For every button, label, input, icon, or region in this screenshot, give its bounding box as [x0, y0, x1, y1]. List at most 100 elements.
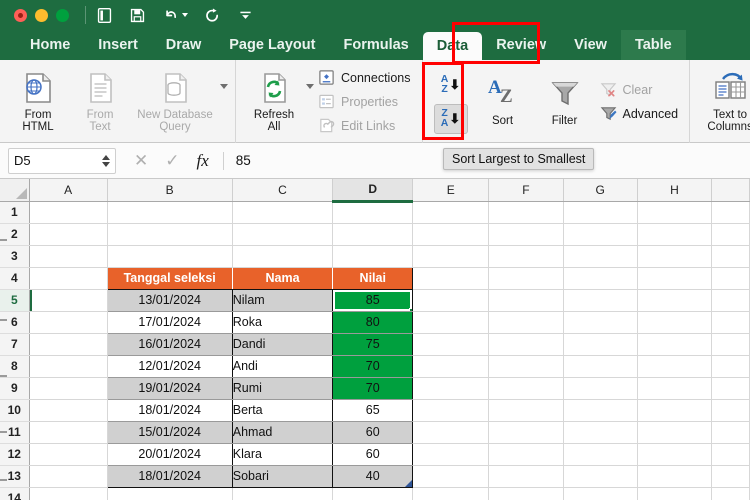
filter-button[interactable]: Filter — [534, 65, 596, 139]
cell-empty[interactable] — [488, 267, 564, 290]
new-database-query-button[interactable]: New Database Query — [131, 65, 219, 139]
sort-button[interactable]: A Z Sort — [472, 65, 534, 139]
cell-empty[interactable] — [563, 421, 638, 444]
cell-empty[interactable] — [711, 289, 750, 312]
cell-tanggal[interactable]: 15/01/2024 — [106, 421, 233, 444]
cell-empty[interactable] — [488, 245, 564, 268]
cell-tanggal[interactable]: 20/01/2024 — [106, 443, 233, 466]
name-box[interactable]: D5 — [8, 147, 116, 174]
cell-empty[interactable] — [107, 201, 233, 224]
cell-empty[interactable] — [29, 421, 108, 444]
cell-empty[interactable] — [637, 487, 713, 500]
cell-empty[interactable] — [107, 245, 233, 268]
cell-empty[interactable] — [29, 333, 108, 356]
tab-table[interactable]: Table — [620, 30, 686, 60]
cell-nilai[interactable]: 75 — [332, 333, 414, 356]
cell-empty[interactable] — [637, 267, 713, 290]
cell-empty[interactable] — [332, 487, 414, 500]
cell-empty[interactable] — [637, 311, 713, 334]
cell-nilai[interactable]: 40 — [332, 465, 414, 488]
cell-empty[interactable] — [412, 355, 490, 378]
refresh-all-button[interactable]: Refresh All — [243, 65, 305, 139]
cell-empty[interactable] — [711, 223, 750, 246]
text-to-columns-button[interactable]: Text to Columns — [697, 65, 750, 139]
cell-empty[interactable] — [412, 421, 490, 444]
confirm-icon[interactable]: ✓ — [165, 151, 179, 171]
cell-nama[interactable]: Rumi — [232, 377, 334, 400]
cell-nilai[interactable]: 70 — [332, 377, 414, 400]
cell-empty[interactable] — [488, 465, 564, 488]
cell-empty[interactable] — [488, 311, 564, 334]
tab-home[interactable]: Home — [16, 30, 84, 60]
cell-empty[interactable] — [637, 421, 713, 444]
cell-empty[interactable] — [412, 267, 490, 290]
cell-empty[interactable] — [29, 245, 108, 268]
cell-tanggal[interactable]: 16/01/2024 — [106, 333, 233, 356]
table-header-cell[interactable]: Nama — [232, 266, 334, 290]
cell-empty[interactable] — [488, 487, 564, 500]
undo-button[interactable] — [162, 7, 188, 24]
cell-empty[interactable] — [563, 399, 638, 422]
row-header-10[interactable]: 10 — [0, 399, 30, 422]
cell-tanggal[interactable]: 12/01/2024 — [106, 355, 233, 378]
row-header-13[interactable]: 13 — [0, 465, 30, 488]
from-html-button[interactable]: From HTML — [7, 65, 69, 139]
cell-nama[interactable]: Sobari — [232, 465, 334, 488]
select-all-corner[interactable] — [0, 179, 30, 202]
clear-filter-button[interactable]: Clear — [596, 79, 683, 100]
column-header-f[interactable]: F — [488, 179, 564, 202]
cell-empty[interactable] — [563, 333, 638, 356]
cell-empty[interactable] — [711, 245, 750, 268]
cell-nama[interactable]: Dandi — [232, 333, 334, 356]
cell-nama[interactable]: Nilam — [232, 289, 334, 312]
cell-nama[interactable]: Berta — [232, 399, 334, 422]
cell-empty[interactable] — [711, 443, 750, 466]
cell-empty[interactable] — [488, 333, 564, 356]
cell-empty[interactable] — [29, 223, 108, 246]
row-header-14[interactable]: 14 — [0, 487, 30, 500]
cell-empty[interactable] — [29, 487, 108, 500]
cell-tanggal[interactable]: 17/01/2024 — [106, 311, 233, 334]
maximize-button[interactable] — [56, 8, 69, 22]
sort-largest-to-smallest-button[interactable]: Z A ⬇ — [433, 103, 468, 134]
cell-empty[interactable] — [637, 333, 713, 356]
column-header-g[interactable]: G — [563, 179, 638, 202]
cell-nilai[interactable]: 65 — [332, 399, 414, 422]
cell-empty[interactable] — [711, 421, 750, 444]
cell-empty[interactable] — [711, 399, 750, 422]
cell-empty[interactable] — [412, 487, 490, 500]
cell-nama[interactable]: Ahmad — [232, 421, 334, 444]
cell-empty[interactable] — [29, 311, 108, 334]
table-resize-handle[interactable] — [405, 479, 412, 486]
row-header-4[interactable]: 4 — [0, 267, 30, 290]
column-header-partial[interactable] — [711, 179, 750, 202]
column-header-h[interactable]: H — [637, 179, 713, 202]
tab-view[interactable]: View — [560, 30, 621, 60]
tab-formulas[interactable]: Formulas — [329, 30, 422, 60]
fill-handle[interactable] — [409, 307, 412, 310]
customize-toolbar-button[interactable] — [237, 7, 254, 24]
row-header-7[interactable]: 7 — [0, 333, 30, 356]
cell-empty[interactable] — [637, 465, 713, 488]
column-header-a[interactable]: A — [29, 179, 108, 202]
advanced-filter-button[interactable]: Advanced — [596, 103, 683, 124]
cell-empty[interactable] — [488, 201, 564, 224]
cell-empty[interactable] — [488, 223, 564, 246]
cell-empty[interactable] — [29, 267, 108, 290]
cell-empty[interactable] — [412, 223, 490, 246]
connections-button[interactable]: Connections — [314, 67, 415, 88]
cell-empty[interactable] — [563, 377, 638, 400]
minimize-button[interactable] — [35, 8, 48, 22]
cell-empty[interactable] — [29, 399, 108, 422]
cell-nilai[interactable]: 70 — [332, 355, 414, 378]
cell-empty[interactable] — [563, 443, 638, 466]
row-header-5[interactable]: 5 — [0, 289, 30, 312]
cell-empty[interactable] — [488, 421, 564, 444]
cell-empty[interactable] — [332, 223, 414, 246]
row-header-9[interactable]: 9 — [0, 377, 30, 400]
insert-function-icon[interactable]: fx — [197, 151, 209, 171]
cell-empty[interactable] — [711, 311, 750, 334]
cell-empty[interactable] — [563, 289, 638, 312]
cell-empty[interactable] — [29, 465, 108, 488]
cell-empty[interactable] — [29, 377, 108, 400]
